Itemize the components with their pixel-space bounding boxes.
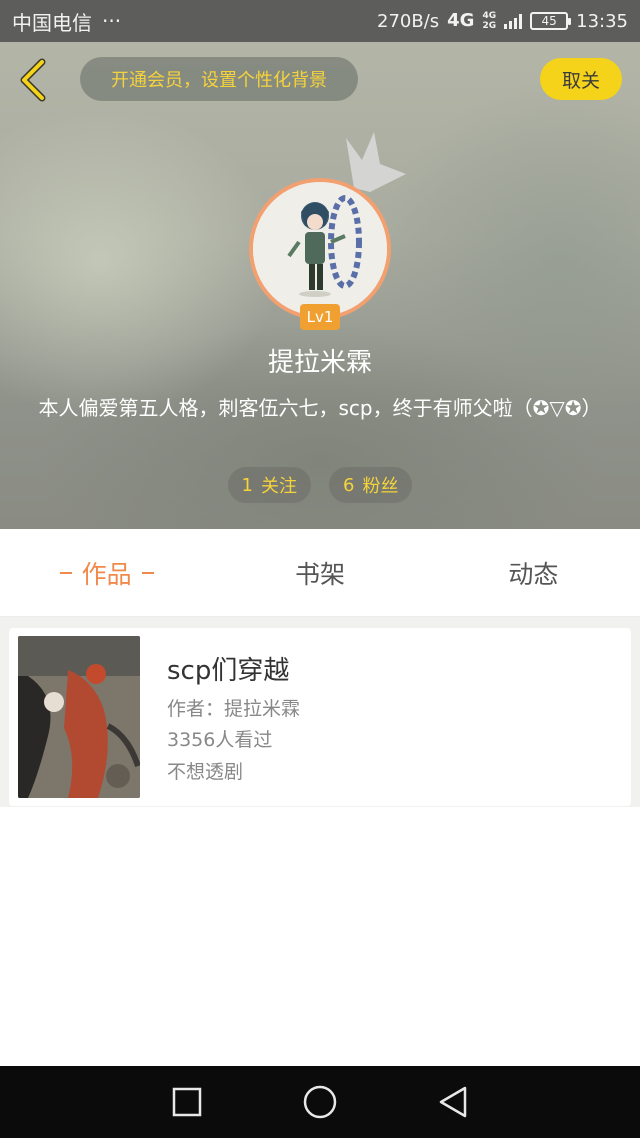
back-button[interactable]	[14, 58, 54, 102]
triangle-back-icon	[440, 1086, 467, 1118]
work-card[interactable]: scp们穿越 作者：提拉米霖 3356人看过 不想透剧	[9, 628, 631, 806]
user-bio: 本人偏爱第五人格，刺客伍六七，scp，终于有师父啦（✪▽✪）	[38, 396, 602, 420]
battery-level: 45	[541, 14, 557, 28]
username: 提拉米霖	[267, 348, 372, 378]
avatar[interactable]	[249, 178, 391, 320]
tab-active-indicator-left	[59, 571, 72, 574]
following-label: 关注	[261, 476, 297, 497]
tab-works-label: 作品	[81, 559, 132, 589]
signal-icon	[504, 13, 523, 29]
home-button[interactable]	[300, 1082, 340, 1122]
fans-count: 6	[343, 474, 355, 496]
work-author: 作者：提拉米霖	[167, 698, 301, 720]
level-badge: Lv1	[300, 304, 340, 330]
vip-background-link[interactable]: 开通会员，设置个性化背景	[80, 57, 358, 101]
following-count: 1	[241, 474, 253, 496]
tab-works[interactable]: 作品	[0, 529, 213, 616]
fans-button[interactable]: 6 粉丝	[329, 467, 413, 503]
follow-stats: 1 关注 6 粉丝	[0, 467, 640, 503]
fans-label: 粉丝	[362, 476, 399, 497]
tab-bookshelf[interactable]: 书架	[213, 529, 426, 616]
network-type-secondary-bottom: 2G	[482, 21, 497, 31]
tab-active-indicator-right	[141, 571, 154, 574]
work-cover-image	[18, 636, 140, 798]
system-nav-bar	[0, 1066, 640, 1138]
system-back-button[interactable]	[433, 1082, 473, 1122]
status-bar: 中国电信 ··· 270B/s 4G 4G 2G 45 13:35	[0, 0, 640, 42]
tab-activity-label: 动态	[508, 559, 559, 589]
carrier-label: 中国电信	[12, 10, 92, 35]
network-speed: 270B/s	[377, 10, 440, 32]
profile-header: 开通会员，设置个性化背景 取关 Lv1 提拉米霖 本人偏爱第五人格，刺客伍六七，…	[0, 42, 640, 529]
square-icon	[172, 1087, 201, 1117]
avatar-image	[253, 182, 387, 316]
work-title: scp们穿越	[167, 656, 290, 686]
unfollow-button[interactable]: 取关	[540, 58, 622, 100]
following-button[interactable]: 1 关注	[227, 467, 311, 503]
more-indicator: ···	[102, 9, 122, 33]
network-type-secondary-top: 4G	[482, 11, 497, 21]
profile-tabs: 作品 书架 动态	[0, 529, 640, 617]
work-description: 不想透剧	[167, 761, 244, 783]
tab-activity[interactable]: 动态	[427, 529, 640, 616]
battery-icon: 45	[530, 12, 572, 30]
tab-bookshelf-label: 书架	[294, 559, 345, 589]
recents-button[interactable]	[167, 1082, 207, 1122]
circle-icon	[303, 1085, 337, 1119]
work-views: 3356人看过	[167, 729, 273, 751]
chevron-left-icon	[20, 58, 46, 102]
clock: 13:35	[576, 10, 628, 32]
network-type-primary: 4G	[447, 10, 475, 31]
network-type-secondary: 4G 2G	[482, 11, 496, 31]
